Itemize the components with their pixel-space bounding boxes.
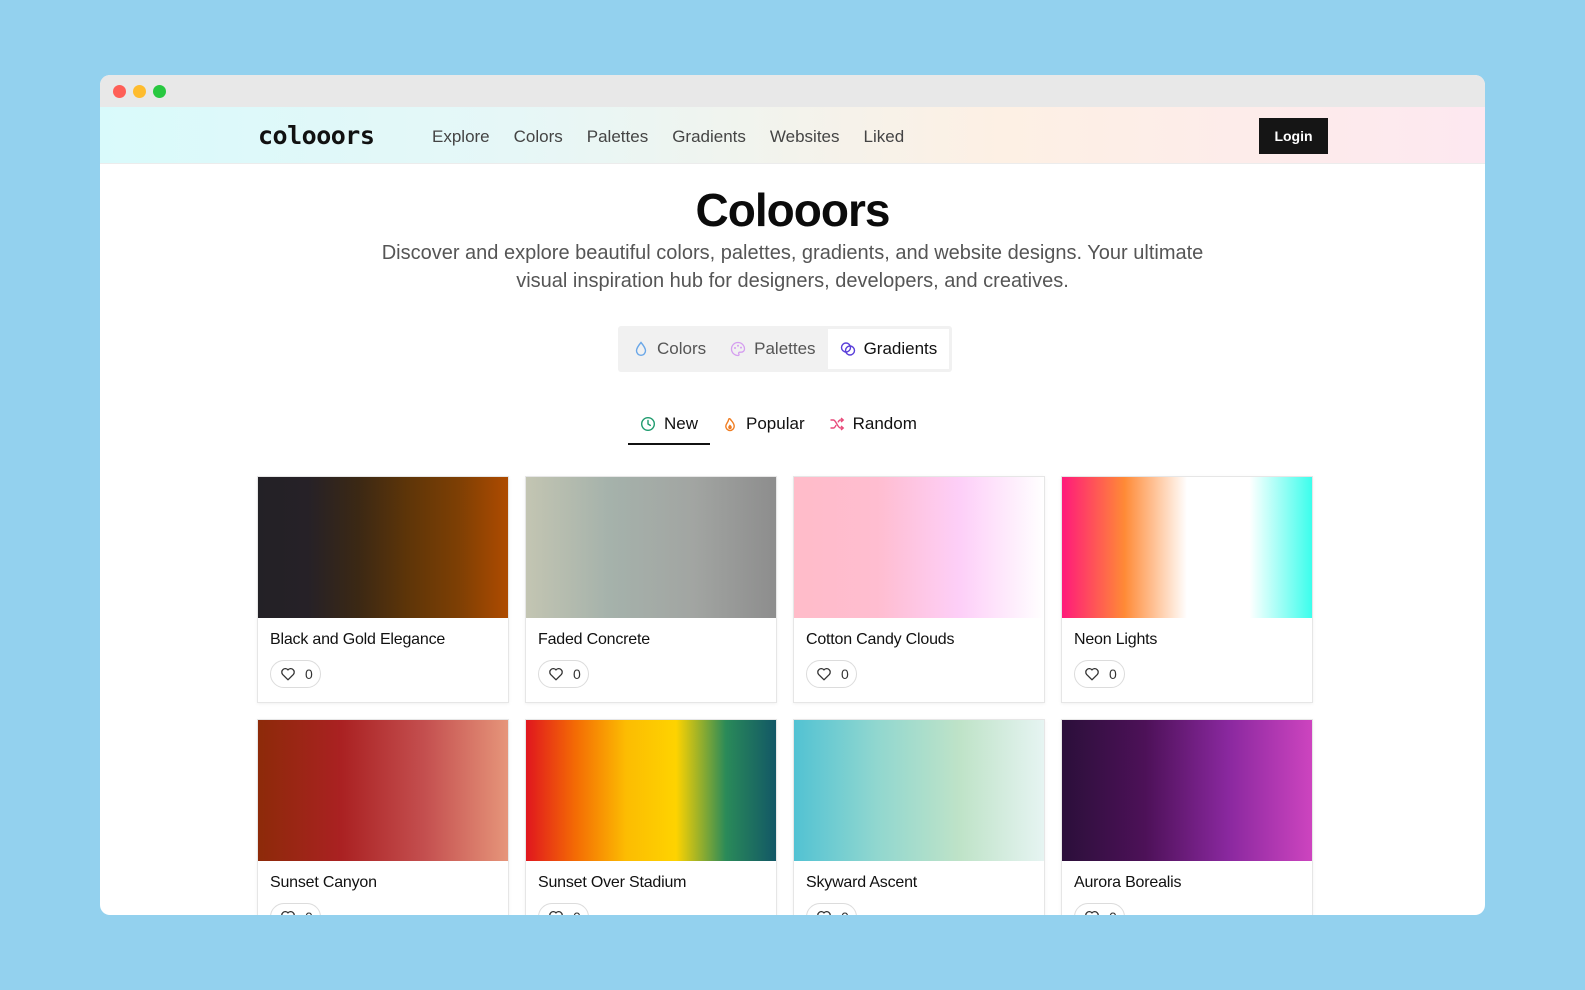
nav-link-gradients[interactable]: Gradients <box>672 127 746 147</box>
tab-new-label: New <box>664 414 699 433</box>
gradient-name[interactable]: Black and Gold Elegance <box>258 618 508 649</box>
like-count: 0 <box>1109 909 1117 915</box>
nav-link-palettes[interactable]: Palettes <box>587 127 648 147</box>
close-window-button[interactable] <box>113 85 126 98</box>
gradient-card[interactable]: Aurora Borealis 0 <box>1061 719 1313 915</box>
like-count: 0 <box>573 909 581 915</box>
gradient-card[interactable]: Sunset Canyon 0 <box>257 719 509 915</box>
like-count: 0 <box>305 909 313 915</box>
page-title: Colooors <box>695 184 891 236</box>
like-count: 0 <box>1109 666 1117 682</box>
heart-icon <box>816 909 832 915</box>
gradient-swatch[interactable] <box>1062 720 1312 861</box>
like-button[interactable]: 0 <box>538 903 589 915</box>
like-button[interactable]: 0 <box>1074 660 1125 688</box>
like-count: 0 <box>573 666 581 682</box>
heart-icon <box>1084 666 1100 682</box>
site-logo[interactable]: colooors <box>258 121 375 150</box>
tab-new[interactable]: New <box>628 405 711 445</box>
droplet-icon <box>633 341 649 357</box>
tab-colors[interactable]: Colors <box>621 329 718 369</box>
gradient-card[interactable]: Sunset Over Stadium 0 <box>525 719 777 915</box>
tab-random-label: Random <box>852 414 917 433</box>
tab-colors-label: Colors <box>657 339 707 358</box>
tab-random[interactable]: Random <box>817 405 929 443</box>
window-titlebar <box>100 75 1485 107</box>
tab-gradients-label: Gradients <box>863 339 938 358</box>
gradient-name[interactable]: Faded Concrete <box>526 618 776 649</box>
like-button[interactable]: 0 <box>270 660 321 688</box>
nav-link-liked[interactable]: Liked <box>864 127 905 147</box>
gradient-swatch[interactable] <box>258 477 508 618</box>
gradient-card[interactable]: Faded Concrete 0 <box>525 476 777 703</box>
gradient-circles-icon <box>840 341 856 357</box>
like-count: 0 <box>841 666 849 682</box>
heart-icon <box>280 666 296 682</box>
like-count: 0 <box>841 909 849 915</box>
nav-links: Explore Colors Palettes Gradients Websit… <box>432 127 928 147</box>
page-subtitle: Discover and explore beautiful colors, p… <box>381 242 1204 292</box>
gradient-swatch[interactable] <box>526 720 776 861</box>
heart-icon <box>1084 909 1100 915</box>
flame-icon <box>722 416 738 432</box>
clock-icon <box>640 416 656 432</box>
heart-icon <box>280 909 296 915</box>
gradient-name[interactable]: Cotton Candy Clouds <box>794 618 1044 649</box>
login-button[interactable]: Login <box>1259 118 1328 154</box>
tab-palettes[interactable]: Palettes <box>718 329 827 369</box>
gradient-name[interactable]: Aurora Borealis <box>1062 861 1312 892</box>
sort-tabs: New Popular Random <box>628 405 929 445</box>
gradient-card[interactable]: Neon Lights 0 <box>1061 476 1313 703</box>
content-type-tabs: Colors Palettes Gradients <box>618 326 953 372</box>
minimize-window-button[interactable] <box>133 85 146 98</box>
heart-icon <box>816 666 832 682</box>
heart-icon <box>548 666 564 682</box>
gradient-swatch[interactable] <box>258 720 508 861</box>
browser-window: colooors Explore Colors Palettes Gradien… <box>100 75 1485 915</box>
like-button[interactable]: 0 <box>1074 903 1125 915</box>
tab-palettes-label: Palettes <box>754 339 816 358</box>
gradient-swatch[interactable] <box>794 477 1044 618</box>
gradient-name[interactable]: Sunset Canyon <box>258 861 508 892</box>
gradient-grid: Black and Gold Elegance 0 Faded Concrete… <box>257 476 1313 915</box>
tab-popular[interactable]: Popular <box>710 405 817 443</box>
gradient-card[interactable]: Cotton Candy Clouds 0 <box>793 476 1045 703</box>
gradient-name[interactable]: Skyward Ascent <box>794 861 1044 892</box>
maximize-window-button[interactable] <box>153 85 166 98</box>
gradient-name[interactable]: Neon Lights <box>1062 618 1312 649</box>
like-button[interactable]: 0 <box>806 903 857 915</box>
shuffle-icon <box>829 416 845 432</box>
like-button[interactable]: 0 <box>538 660 589 688</box>
tab-gradients[interactable]: Gradients <box>827 329 950 369</box>
nav-link-colors[interactable]: Colors <box>514 127 563 147</box>
gradient-card[interactable]: Black and Gold Elegance 0 <box>257 476 509 703</box>
gradient-swatch[interactable] <box>526 477 776 618</box>
palette-icon <box>730 341 746 357</box>
tab-popular-label: Popular <box>746 414 805 433</box>
nav-link-explore[interactable]: Explore <box>432 127 490 147</box>
like-count: 0 <box>305 666 313 682</box>
top-navbar: colooors Explore Colors Palettes Gradien… <box>100 107 1485 164</box>
nav-link-websites[interactable]: Websites <box>770 127 840 147</box>
gradient-name[interactable]: Sunset Over Stadium <box>526 861 776 892</box>
gradient-swatch[interactable] <box>1062 477 1312 618</box>
like-button[interactable]: 0 <box>270 903 321 915</box>
like-button[interactable]: 0 <box>806 660 857 688</box>
gradient-card[interactable]: Skyward Ascent 0 <box>793 719 1045 915</box>
gradient-swatch[interactable] <box>794 720 1044 861</box>
heart-icon <box>548 909 564 915</box>
